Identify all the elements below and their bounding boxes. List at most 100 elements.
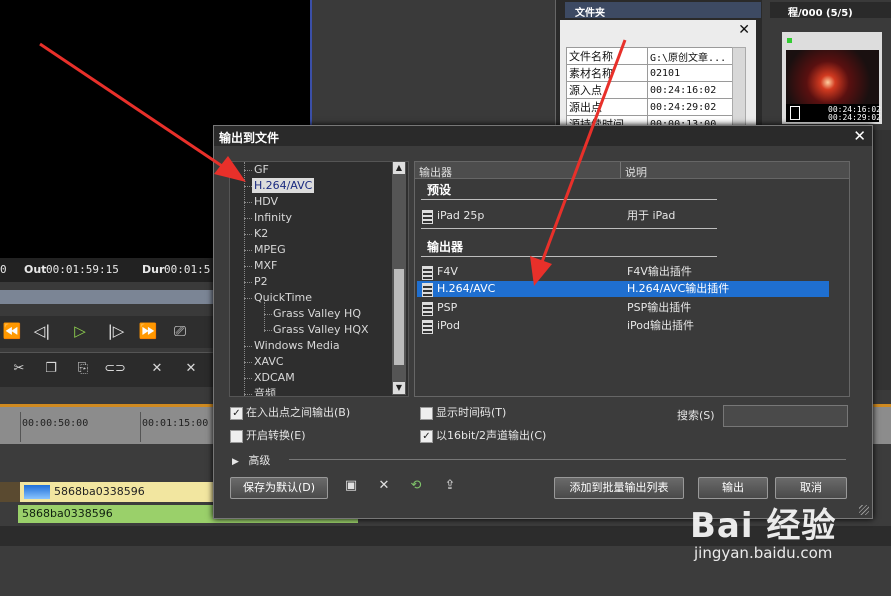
tree-item-gv-hq[interactable]: Grass Valley HQ <box>273 306 361 321</box>
prop-key: 素材名称 <box>566 64 648 82</box>
search-input[interactable] <box>723 405 848 427</box>
export-button[interactable]: 输出 <box>698 477 768 499</box>
close-icon[interactable]: ✕ <box>853 127 866 145</box>
group-divider <box>421 228 717 229</box>
tree-item-xdcam[interactable]: XDCAM <box>254 370 295 385</box>
list-item[interactable]: iPod iPod输出插件 <box>417 318 829 334</box>
checkbox-unchecked[interactable] <box>230 430 243 443</box>
ruler-tick-1: 00:00:50:00 <box>22 418 89 429</box>
play-icon[interactable]: ▷ <box>68 320 92 342</box>
tree-item-audio[interactable]: 音频 <box>254 386 276 396</box>
paste-icon[interactable]: ⎘ <box>72 361 94 381</box>
save-preset-icon[interactable]: ▣ <box>343 478 359 494</box>
group-preset: 预设 <box>427 183 452 197</box>
scroll-down-icon[interactable]: ▼ <box>393 382 405 394</box>
seq-time-out: 00:24:29:02 <box>828 113 881 122</box>
option-label: 开启转换(E) <box>246 429 306 442</box>
exporter-list: 输出器 说明 预设 iPad 25p 用于 iPad 输出器 F4V F4V输出… <box>414 161 850 397</box>
delete-preset-icon[interactable]: ✕ <box>376 478 392 494</box>
checkbox-checked[interactable]: ✓ <box>230 407 243 420</box>
sequence-panel-title: 程/000 (5/5) <box>788 8 853 19</box>
tree-guide <box>244 202 252 203</box>
list-item[interactable]: F4V F4V输出插件 <box>417 264 829 280</box>
tree-guide <box>244 162 245 396</box>
tree-item-gv-hqx[interactable]: Grass Valley HQX <box>273 322 369 337</box>
dialog-title: 输出到文件 <box>219 131 280 145</box>
prop-key: 源入点 <box>566 81 648 99</box>
checkbox-checked[interactable]: ✓ <box>420 430 433 443</box>
tree-guide <box>244 266 252 267</box>
tree-guide <box>244 378 252 379</box>
import-preset-icon[interactable]: ⟲ <box>408 478 424 494</box>
close-icon[interactable]: ✕ <box>738 22 750 38</box>
prop-value: 00:24:16:02 <box>647 81 741 99</box>
tree-guide <box>244 346 252 347</box>
table-row: 素材名称 02101 <box>566 64 741 82</box>
resize-grip-icon[interactable] <box>859 505 869 515</box>
scroll-up-icon[interactable]: ▲ <box>393 162 405 174</box>
tree-item-hdv[interactable]: HDV <box>254 194 278 209</box>
copy-icon[interactable]: ❐ <box>40 361 62 381</box>
tree-guide <box>244 362 252 363</box>
side-panel-strip <box>870 130 891 390</box>
option-label: 以16bit/2声道输出(C) <box>436 429 547 442</box>
tree-guide <box>244 394 252 395</box>
scissors-icon[interactable]: ✂ <box>8 361 30 381</box>
step-back-icon[interactable]: ◁| <box>30 320 54 342</box>
tree-item-gf[interactable]: GF <box>254 162 269 177</box>
list-item[interactable]: iPad 25p 用于 iPad <box>417 208 829 224</box>
prop-value: G:\原创文章... <box>647 47 741 65</box>
item-desc: PSP输出插件 <box>627 301 692 314</box>
film-icon <box>422 266 433 280</box>
checkbox-unchecked[interactable] <box>420 407 433 420</box>
fast-forward-icon[interactable]: ⏩ <box>136 320 160 342</box>
sequence-thumbnail <box>786 50 879 104</box>
ruler-tick-2: 00:01:15:00 <box>142 418 209 429</box>
item-name: F4V <box>437 265 458 278</box>
cancel-button[interactable]: 取消 <box>775 477 847 499</box>
out-value: 00:01:59:15 <box>46 263 119 276</box>
tree-scrollbar[interactable]: ▲ ▼ <box>392 161 406 395</box>
link-icon[interactable]: ⊂⊃ <box>104 361 126 381</box>
prop-key: 文件名称 <box>566 47 648 65</box>
tree-item-k2[interactable]: K2 <box>254 226 268 241</box>
list-item-selected[interactable]: H.264/AVC H.264/AVC输出插件 <box>417 281 829 297</box>
item-name: iPod <box>437 319 461 332</box>
timecode-bar: 0 Out 00:01:59:15 Dur 00:01:5 <box>0 258 215 282</box>
delete-icon[interactable]: ✕ <box>146 361 168 381</box>
tree-item-mpeg[interactable]: MPEG <box>254 242 286 257</box>
export-dialog: 输出到文件 ✕ GF H.264/AVC HDV Infinity K2 MPE… <box>213 125 873 519</box>
film-icon <box>422 302 433 316</box>
advanced-toggle[interactable]: ▶ 高级 <box>232 452 270 468</box>
ripple-delete-icon[interactable]: ✕ <box>180 361 202 381</box>
step-forward-icon[interactable]: |▷ <box>104 320 128 342</box>
col-description[interactable]: 说明 <box>625 164 647 180</box>
loop-icon[interactable]: ⎚ <box>168 320 192 342</box>
export-preset-icon[interactable]: ⇪ <box>442 478 458 494</box>
tree-item-p2[interactable]: P2 <box>254 274 268 289</box>
properties-table: 文件名称 G:\原创文章... 素材名称 02101 源入点 00:24:16:02 … <box>566 47 741 133</box>
item-name: PSP <box>437 301 458 314</box>
tree-item-h264[interactable]: H.264/AVC <box>252 178 315 193</box>
item-desc: 用于 iPad <box>627 209 676 222</box>
tree-item-quicktime[interactable]: QuickTime <box>254 290 312 305</box>
save-default-button[interactable]: 保存为默认(D) <box>230 477 328 499</box>
video-clip[interactable]: 5868ba0338596 <box>20 482 215 502</box>
list-item[interactable]: PSP PSP输出插件 <box>417 300 829 316</box>
tree-item-infinity[interactable]: Infinity <box>254 210 292 225</box>
tree-item-xavc[interactable]: XAVC <box>254 354 284 369</box>
scrub-bar[interactable] <box>0 290 215 304</box>
clip-name: 5868ba0338596 <box>54 485 145 498</box>
column-divider[interactable] <box>620 162 621 178</box>
scroll-thumb[interactable] <box>394 269 404 365</box>
tree-guide <box>244 298 252 299</box>
clip-thumbnail <box>24 485 50 499</box>
add-batch-button[interactable]: 添加到批量输出列表 <box>554 477 684 499</box>
tree-item-windows-media[interactable]: Windows Media <box>254 338 340 353</box>
advanced-label: 高级 <box>248 454 271 467</box>
group-divider <box>421 256 717 257</box>
bin-panel-title: 文件夹 <box>575 8 605 19</box>
col-exporter[interactable]: 输出器 <box>419 164 452 180</box>
rewind-icon[interactable]: ⏪ <box>0 320 24 342</box>
tree-item-mxf[interactable]: MXF <box>254 258 277 273</box>
